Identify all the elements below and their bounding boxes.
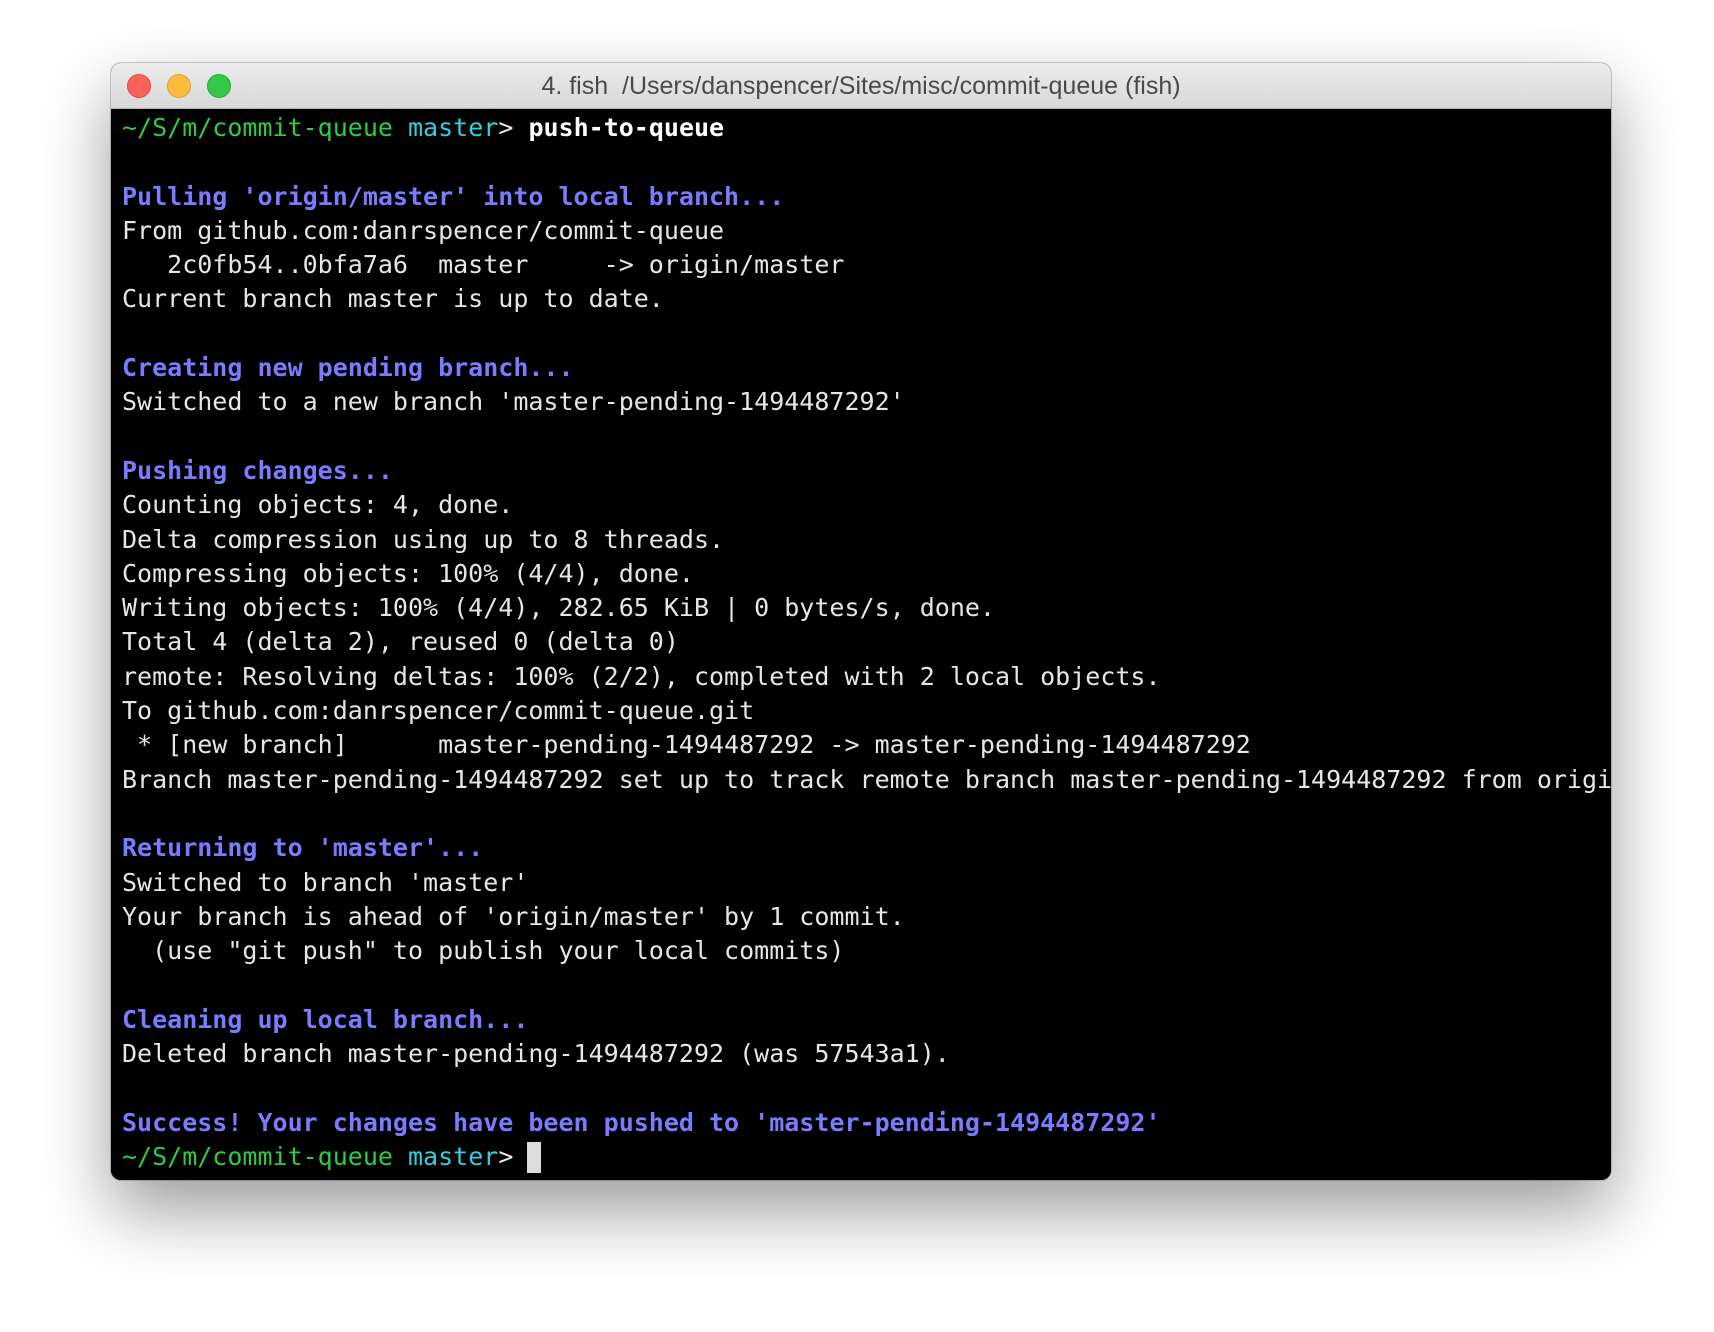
output-line: Counting objects: 4, done. xyxy=(122,490,514,520)
section-header-return: Returning to 'master'... xyxy=(122,833,484,863)
output-line: 2c0fb54..0bfa7a6 master -> origin/master xyxy=(122,250,845,280)
section-header-create: Creating new pending branch... xyxy=(122,353,574,383)
window-title: 4. fish /Users/danspencer/Sites/misc/com… xyxy=(541,72,1181,100)
output-line: (use "git push" to publish your local co… xyxy=(122,936,845,966)
prompt-cwd: ~/S/m/commit-queue xyxy=(122,113,393,142)
output-line: Switched to a new branch 'master-pending… xyxy=(122,387,905,417)
output-line: Total 4 (delta 2), reused 0 (delta 0) xyxy=(122,627,679,657)
success-message: Success! Your changes have been pushed t… xyxy=(122,1107,1161,1137)
prompt-line[interactable]: ~/S/m/commit-queue master> xyxy=(122,1140,1611,1174)
text-cursor[interactable] xyxy=(527,1142,542,1174)
output-line: Delta compression using up to 8 threads. xyxy=(122,524,725,554)
prompt-cwd: ~/S/m/commit-queue xyxy=(122,1141,393,1171)
prompt-branch: master xyxy=(408,1141,499,1171)
section-header-push: Pushing changes... xyxy=(122,455,393,485)
output-line: Switched to branch 'master' xyxy=(122,867,529,897)
prompt-line: ~/S/m/commit-queue master> push-to-queue xyxy=(122,111,1611,145)
output-line: Current branch master is up to date. xyxy=(122,284,664,314)
section-header-clean: Cleaning up local branch... xyxy=(122,1004,529,1034)
output-line: Deleted branch master-pending-1494487292… xyxy=(122,1039,950,1069)
output-line: To github.com:danrspencer/commit-queue.g… xyxy=(122,696,755,726)
output-line: Your branch is ahead of 'origin/master' … xyxy=(122,901,905,931)
output-line: remote: Resolving deltas: 100% (2/2), co… xyxy=(122,661,1161,691)
output-line: * [new branch] master-pending-1494487292… xyxy=(122,730,1251,760)
output-line: Branch master-pending-1494487292 set up … xyxy=(122,764,1611,794)
output-line: Compressing objects: 100% (4/4), done. xyxy=(122,558,694,588)
prompt-branch: master xyxy=(408,113,499,142)
output-line: Writing objects: 100% (4/4), 282.65 KiB … xyxy=(122,593,995,623)
output-line: From github.com:danrspencer/commit-queue xyxy=(122,215,725,245)
terminal-window: 4. fish /Users/danspencer/Sites/misc/com… xyxy=(111,63,1611,1180)
command-text: push-to-queue xyxy=(528,113,725,142)
section-header-pull: Pulling 'origin/master' into local branc… xyxy=(122,181,785,211)
prompt-symbol: > xyxy=(498,113,514,142)
title-bar[interactable]: 4. fish /Users/danspencer/Sites/misc/com… xyxy=(111,63,1611,109)
terminal-output[interactable]: ~/S/m/commit-queue master> push-to-queue… xyxy=(111,109,1611,1180)
prompt-symbol: > xyxy=(498,1141,514,1171)
